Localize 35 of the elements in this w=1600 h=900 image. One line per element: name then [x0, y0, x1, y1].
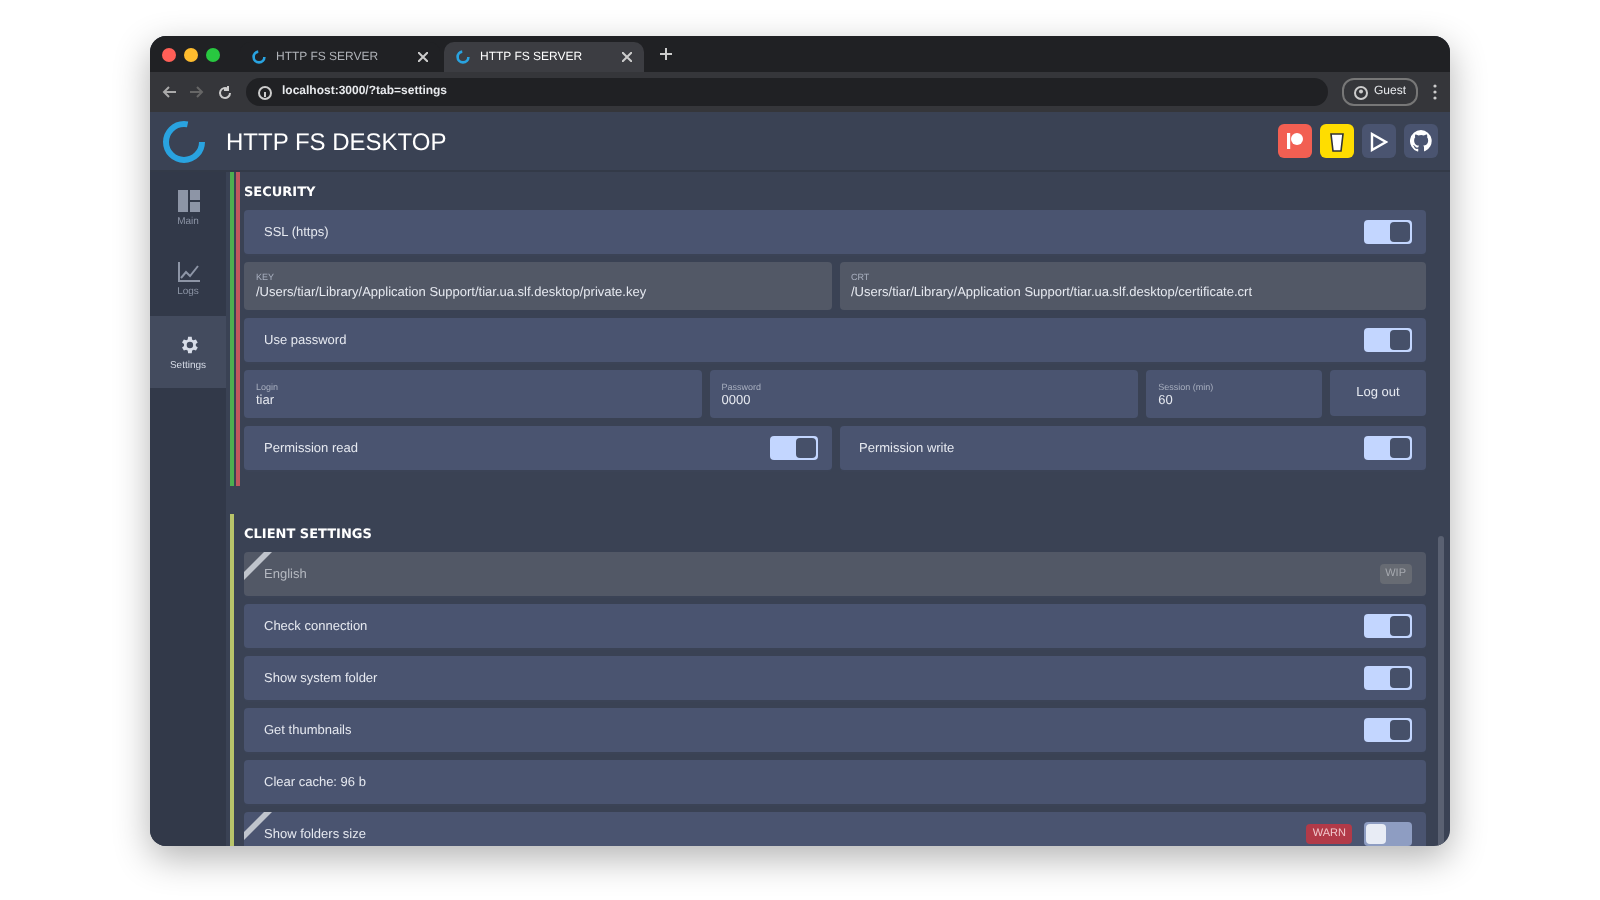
close-icon[interactable]	[418, 52, 428, 62]
close-icon[interactable]	[622, 52, 632, 62]
toggle-switch[interactable]	[1364, 718, 1412, 742]
toggle-switch[interactable]	[1364, 822, 1412, 846]
person-icon	[1353, 85, 1368, 99]
minimize-window-icon[interactable]	[184, 47, 198, 61]
app-logo-icon	[162, 119, 206, 163]
github-button[interactable]	[1404, 124, 1438, 158]
play-store-button[interactable]	[1362, 124, 1396, 158]
dashboard-icon	[177, 189, 199, 211]
toggle-switch[interactable]	[1364, 614, 1412, 638]
github-icon	[1410, 130, 1432, 152]
line-chart-icon	[177, 262, 199, 282]
toggle-switch[interactable]	[1364, 666, 1412, 690]
scrollbar[interactable]	[1438, 536, 1444, 846]
reload-icon[interactable]	[218, 85, 232, 99]
close-window-icon[interactable]	[162, 47, 176, 61]
toggle-switch[interactable]	[1364, 220, 1412, 244]
patreon-icon	[1286, 132, 1304, 150]
toggle-switch[interactable]	[769, 436, 817, 460]
patreon-button[interactable]	[1278, 124, 1312, 158]
maximize-window-icon[interactable]	[206, 47, 220, 61]
app-logo-icon	[252, 50, 266, 64]
coffee-button[interactable]	[1320, 124, 1354, 158]
app-title: HTTP FS DESKTOP	[226, 127, 449, 155]
settings-icon	[177, 333, 199, 355]
cup-icon	[1330, 131, 1344, 151]
more-icon[interactable]	[1432, 84, 1438, 100]
info-icon	[258, 85, 272, 99]
toggle-switch[interactable]	[1364, 436, 1412, 460]
new-tab-icon[interactable]	[660, 48, 672, 60]
back-icon[interactable]	[162, 86, 176, 98]
play-icon	[1370, 131, 1388, 151]
app-logo-icon	[456, 50, 470, 64]
toggle-switch[interactable]	[1364, 328, 1412, 352]
